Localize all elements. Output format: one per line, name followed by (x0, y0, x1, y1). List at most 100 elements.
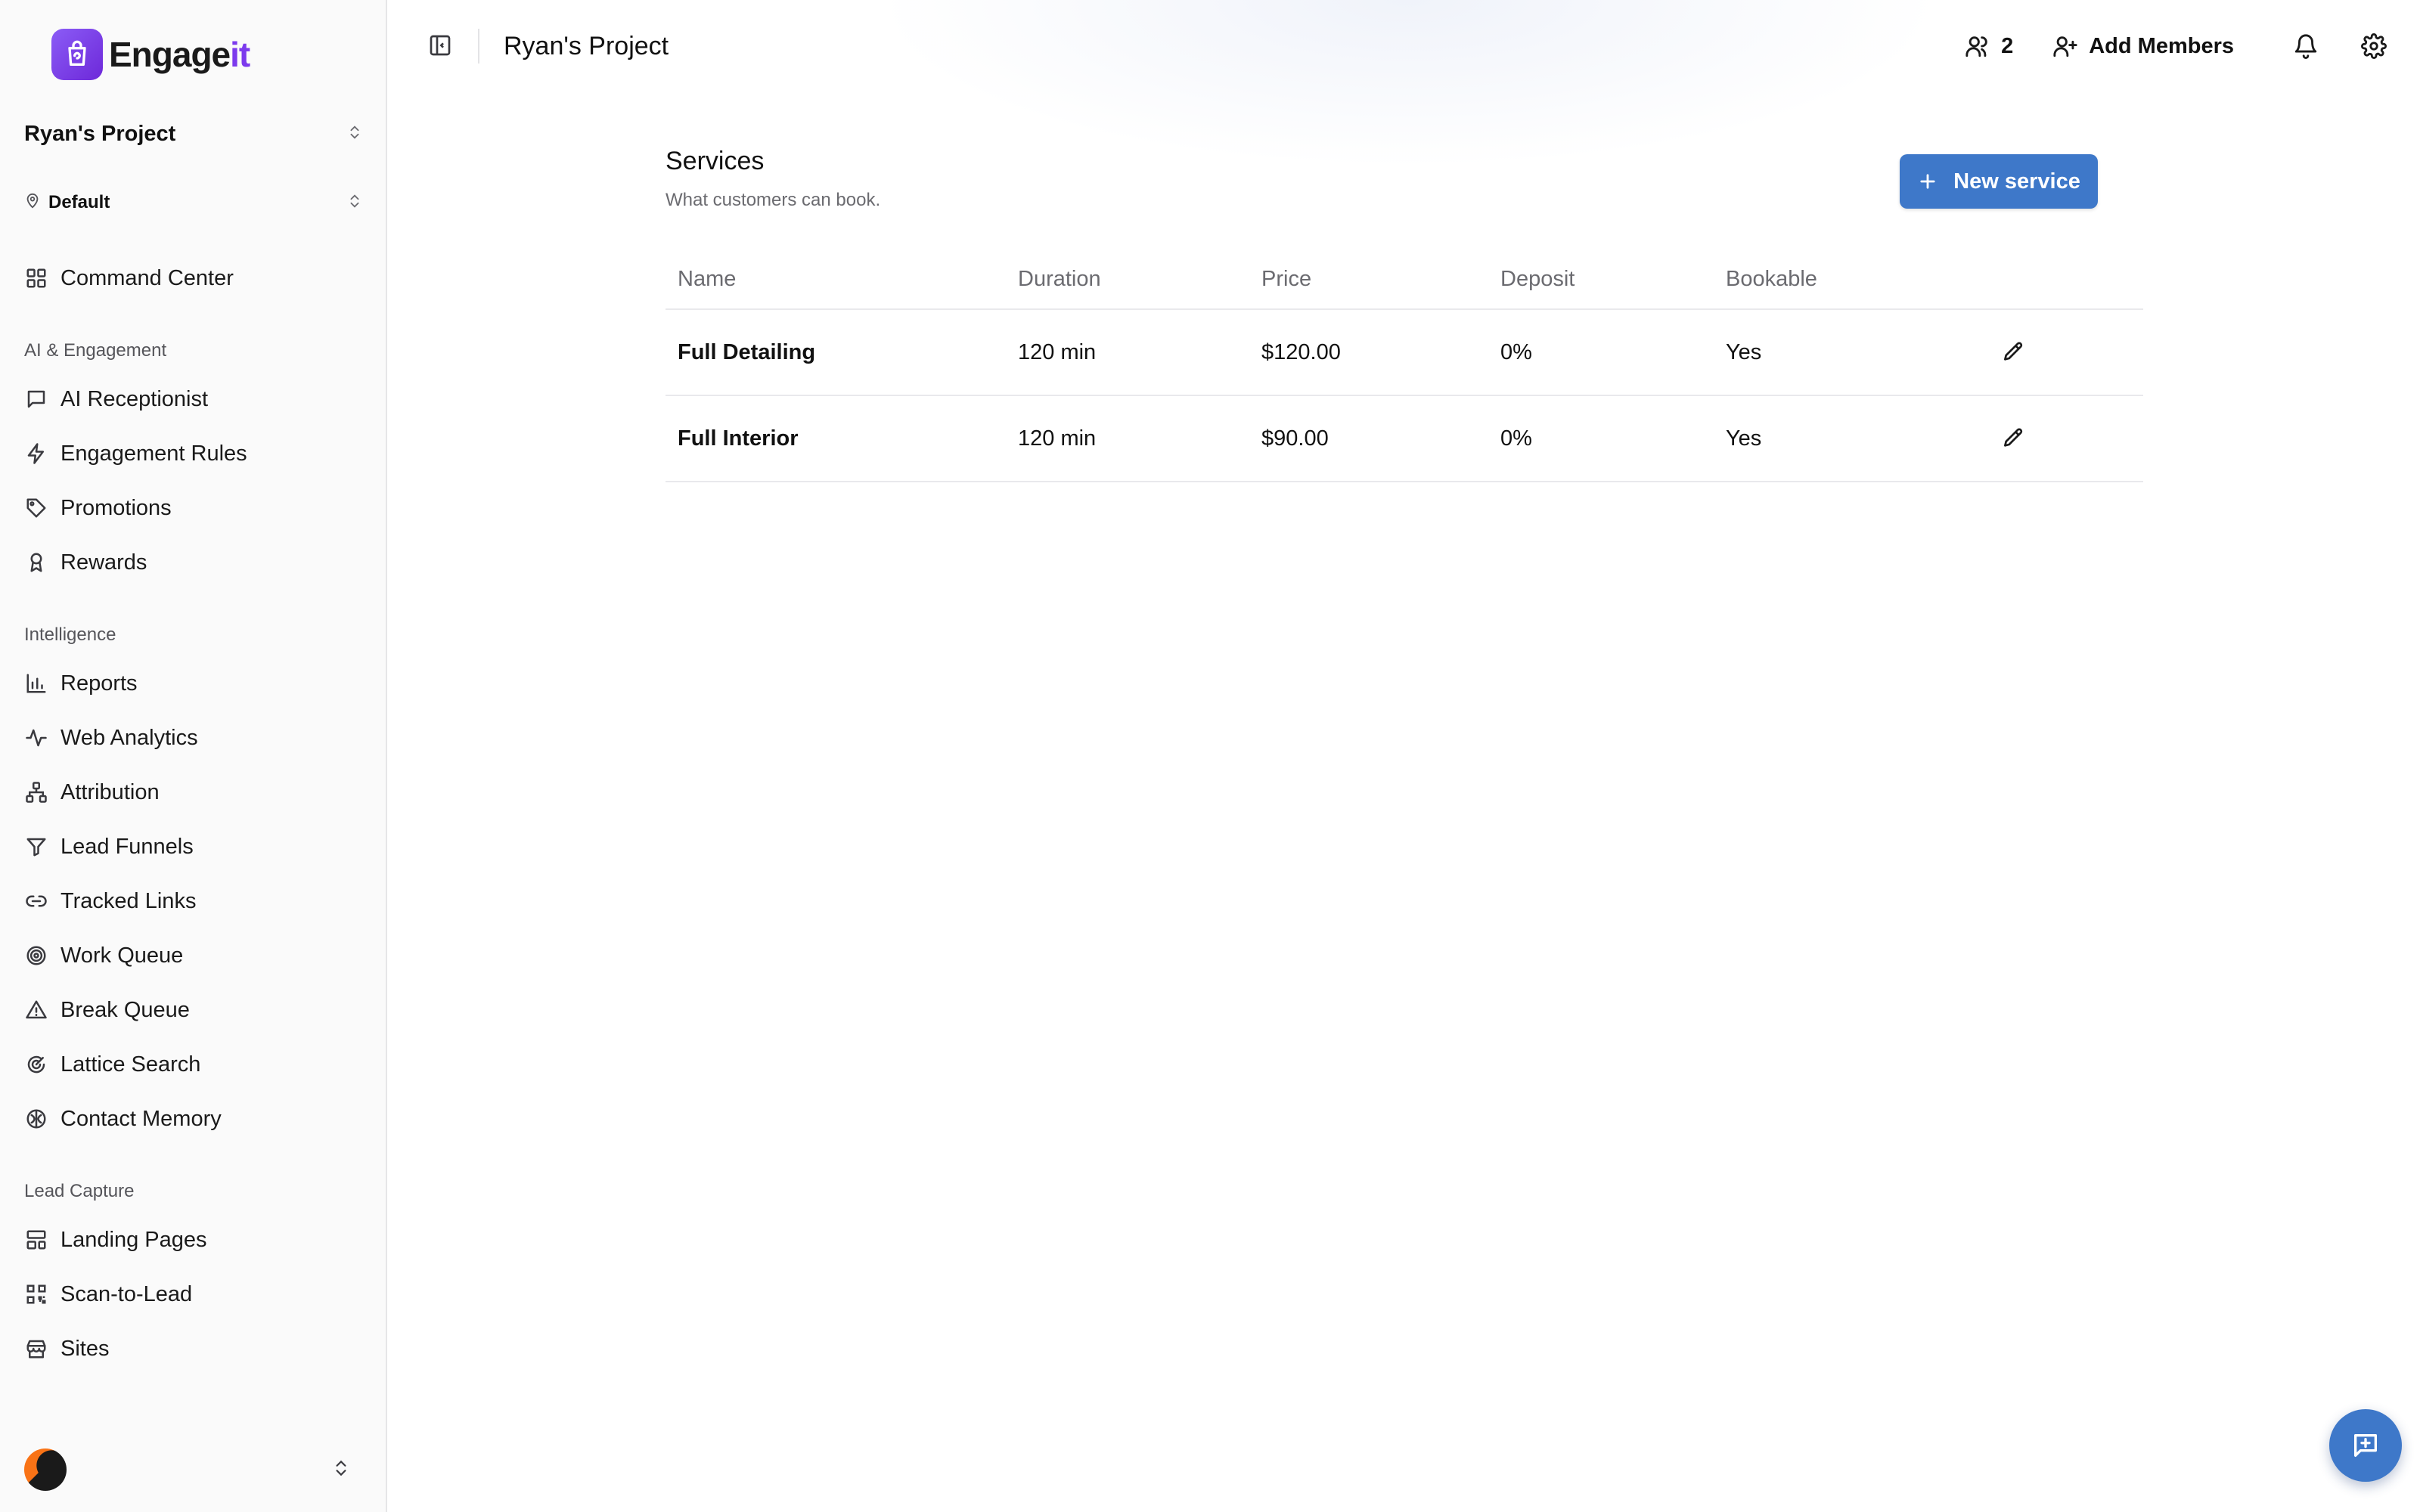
service-name: Full Detailing (678, 339, 816, 364)
services-header: Services What customers can book. (666, 147, 880, 211)
sidebar-item-label: Engagement Rules (60, 441, 247, 466)
panel-left-icon (428, 33, 452, 61)
section-title-ai-engagement: AI & Engagement (24, 340, 167, 361)
users-icon (1965, 33, 1990, 59)
filter-icon (24, 835, 48, 859)
alert-triangle-icon (24, 998, 48, 1022)
service-bookable: Yes (1726, 339, 1762, 364)
sidebar-item-label: Sites (60, 1336, 110, 1361)
sidebar-item-label: AI Receptionist (60, 386, 209, 411)
layout-icon (24, 1228, 48, 1252)
app-root: Engageit Ryan's Project Default Command … (0, 0, 2420, 1512)
add-members-button[interactable]: Add Members (2052, 33, 2234, 59)
service-duration: 120 min (1018, 339, 1097, 364)
target-icon (24, 943, 48, 968)
top-actions: 2 Add Members (1965, 27, 2387, 65)
add-members-label: Add Members (2089, 33, 2234, 58)
divider (478, 29, 479, 64)
edit-service-button[interactable] (2001, 340, 2025, 364)
top-bar: Ryan's Project 2 Add Members (387, 0, 2420, 91)
sidebar-item-label: Contact Memory (60, 1106, 222, 1131)
sidebar: Engageit Ryan's Project Default Command … (0, 0, 387, 1512)
avatar (24, 1448, 67, 1491)
gear-icon (2361, 33, 2387, 59)
service-duration: 120 min (1018, 426, 1097, 451)
message-plus-icon (2350, 1430, 2381, 1461)
members-button[interactable]: 2 (1965, 33, 2013, 59)
chevrons-up-down-icon (346, 124, 363, 144)
sidebar-item-label: Lattice Search (60, 1052, 201, 1077)
zap-icon (24, 442, 48, 466)
sidebar-item-reports[interactable]: Reports (24, 662, 363, 705)
sidebar-item-rewards[interactable]: Rewards (24, 541, 363, 584)
table-header: Name Duration Price Deposit Bookable (666, 249, 2143, 310)
table-row[interactable]: Full Detailing 120 min $120.00 0% Yes (666, 310, 2143, 396)
sidebar-item-scan-to-lead[interactable]: Scan-to-Lead (24, 1273, 363, 1315)
plus-icon (1917, 171, 1938, 192)
sidebar-item-landing-pages[interactable]: Landing Pages (24, 1219, 363, 1261)
brand-name: Engageit (109, 35, 250, 74)
section-title-intelligence: Intelligence (24, 624, 116, 645)
sidebar-item-label: Work Queue (60, 943, 184, 968)
sidebar-item-attribution[interactable]: Attribution (24, 771, 363, 813)
column-header-bookable[interactable]: Bookable (1726, 267, 1817, 292)
bar-chart-icon (24, 671, 48, 696)
tag-icon (24, 496, 48, 520)
chevrons-up-down-icon (346, 193, 363, 213)
user-plus-icon (2052, 33, 2078, 59)
new-service-label: New service (1953, 169, 2080, 194)
shopping-bag-icon (51, 29, 103, 80)
pencil-icon (2001, 340, 2025, 364)
sidebar-item-command-center[interactable]: Command Center (24, 257, 363, 299)
sidebar-toggle-button[interactable] (424, 30, 457, 64)
service-bookable: Yes (1726, 426, 1762, 451)
project-switcher[interactable]: Ryan's Project (24, 115, 363, 153)
location-switcher[interactable]: Default (24, 187, 363, 218)
brand-logo[interactable]: Engageit (51, 29, 250, 80)
edit-service-button[interactable] (2001, 426, 2025, 451)
section-title-lead-capture: Lead Capture (24, 1181, 135, 1201)
column-header-deposit[interactable]: Deposit (1500, 267, 1575, 292)
network-icon (24, 780, 48, 804)
grid-icon (24, 266, 48, 290)
sidebar-item-web-analytics[interactable]: Web Analytics (24, 717, 363, 759)
sidebar-item-label: Rewards (60, 550, 147, 575)
store-icon (24, 1337, 48, 1361)
settings-button[interactable] (2361, 33, 2387, 59)
main-content: Ryan's Project 2 Add Members Services Wh… (387, 0, 2420, 1512)
pencil-icon (2001, 426, 2025, 451)
bell-icon (2293, 33, 2319, 59)
user-menu[interactable] (24, 1447, 351, 1492)
chevrons-up-down-icon (331, 1458, 351, 1482)
notifications-button[interactable] (2293, 33, 2319, 59)
service-name: Full Interior (678, 426, 799, 451)
table-row[interactable]: Full Interior 120 min $90.00 0% Yes (666, 396, 2143, 482)
sidebar-item-label: Scan-to-Lead (60, 1281, 193, 1306)
radar-icon (24, 1052, 48, 1077)
sidebar-item-tracked-links[interactable]: Tracked Links (24, 880, 363, 922)
sidebar-item-label: Landing Pages (60, 1227, 207, 1252)
chat-button[interactable] (2329, 1409, 2402, 1482)
sidebar-item-engagement-rules[interactable]: Engagement Rules (24, 432, 363, 475)
section-subtitle: What customers can book. (666, 190, 881, 210)
sidebar-item-contact-memory[interactable]: Contact Memory (24, 1098, 363, 1140)
sidebar-item-lead-funnels[interactable]: Lead Funnels (24, 826, 363, 868)
service-price: $90.00 (1261, 426, 1329, 451)
sidebar-item-break-queue[interactable]: Break Queue (24, 989, 363, 1031)
sidebar-item-label: Web Analytics (60, 725, 198, 750)
sidebar-item-label: Tracked Links (60, 888, 197, 913)
new-service-button[interactable]: New service (1900, 154, 2098, 209)
column-header-name[interactable]: Name (678, 267, 736, 292)
sidebar-item-ai-receptionist[interactable]: AI Receptionist (24, 378, 363, 420)
column-header-duration[interactable]: Duration (1018, 267, 1101, 292)
sidebar-item-work-queue[interactable]: Work Queue (24, 934, 363, 977)
location-label: Default (48, 192, 110, 212)
sidebar-item-sites[interactable]: Sites (24, 1328, 363, 1370)
sidebar-item-promotions[interactable]: Promotions (24, 487, 363, 529)
sidebar-item-label: Promotions (60, 495, 172, 520)
column-header-price[interactable]: Price (1261, 267, 1311, 292)
section-title: Services (666, 147, 765, 175)
sidebar-item-lattice-search[interactable]: Lattice Search (24, 1043, 363, 1086)
service-deposit: 0% (1500, 339, 1532, 364)
sidebar-item-label: Command Center (60, 265, 234, 290)
